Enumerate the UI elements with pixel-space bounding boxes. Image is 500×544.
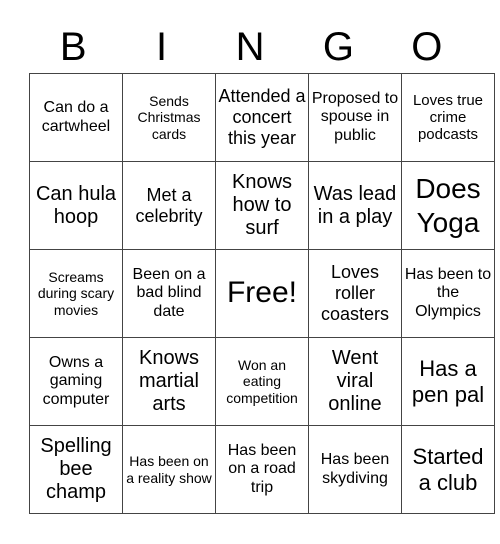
header-letter-b: B [59, 25, 87, 69]
board-row: Can hula hoop Met a celebrity Knows how … [29, 161, 495, 250]
header-letter-o: O [411, 25, 443, 69]
bingo-cell[interactable]: Sends Christmas cards [122, 73, 216, 162]
bingo-cell[interactable]: Went viral online [308, 337, 402, 426]
bingo-cell[interactable]: Can do a cartwheel [29, 73, 123, 162]
bingo-cell[interactable]: Has a pen pal [401, 337, 495, 426]
bingo-cell[interactable]: Been on a bad blind date [122, 249, 216, 338]
bingo-cell[interactable]: Met a celebrity [122, 161, 216, 250]
bingo-cell[interactable]: Has been on a reality show [122, 425, 216, 514]
bingo-cell[interactable]: Screams during scary movies [29, 249, 123, 338]
bingo-cell[interactable]: Has been to the Olympics [401, 249, 495, 338]
bingo-board: Can do a cartwheel Sends Christmas cards… [29, 73, 495, 514]
bingo-cell[interactable]: Proposed to spouse in public [308, 73, 402, 162]
board-row: Screams during scary movies Been on a ba… [29, 249, 495, 338]
bingo-cell[interactable]: Has been on a road trip [215, 425, 309, 514]
bingo-cell[interactable]: Knows how to surf [215, 161, 309, 250]
bingo-header: B I N G O [29, 22, 471, 72]
free-space-cell[interactable]: Free! [215, 249, 309, 338]
bingo-cell[interactable]: Has been skydiving [308, 425, 402, 514]
bingo-cell[interactable]: Spelling bee champ [29, 425, 123, 514]
bingo-cell[interactable]: Knows martial arts [122, 337, 216, 426]
bingo-cell[interactable]: Won an eating competition [215, 337, 309, 426]
board-row: Can do a cartwheel Sends Christmas cards… [29, 73, 495, 162]
bingo-cell[interactable]: Can hula hoop [29, 161, 123, 250]
header-letter-g: G [322, 25, 354, 69]
bingo-cell[interactable]: Loves roller coasters [308, 249, 402, 338]
bingo-cell[interactable]: Attended a concert this year [215, 73, 309, 162]
board-row: Owns a gaming computer Knows martial art… [29, 337, 495, 426]
header-letter-n: N [235, 25, 265, 69]
bingo-cell[interactable]: Owns a gaming computer [29, 337, 123, 426]
header-letter-i: I [156, 25, 168, 69]
bingo-cell[interactable]: Loves true crime podcasts [401, 73, 495, 162]
board-row: Spelling bee champ Has been on a reality… [29, 425, 495, 514]
bingo-cell[interactable]: Started a club [401, 425, 495, 514]
bingo-cell[interactable]: Does Yoga [401, 161, 495, 250]
bingo-cell[interactable]: Was lead in a play [308, 161, 402, 250]
